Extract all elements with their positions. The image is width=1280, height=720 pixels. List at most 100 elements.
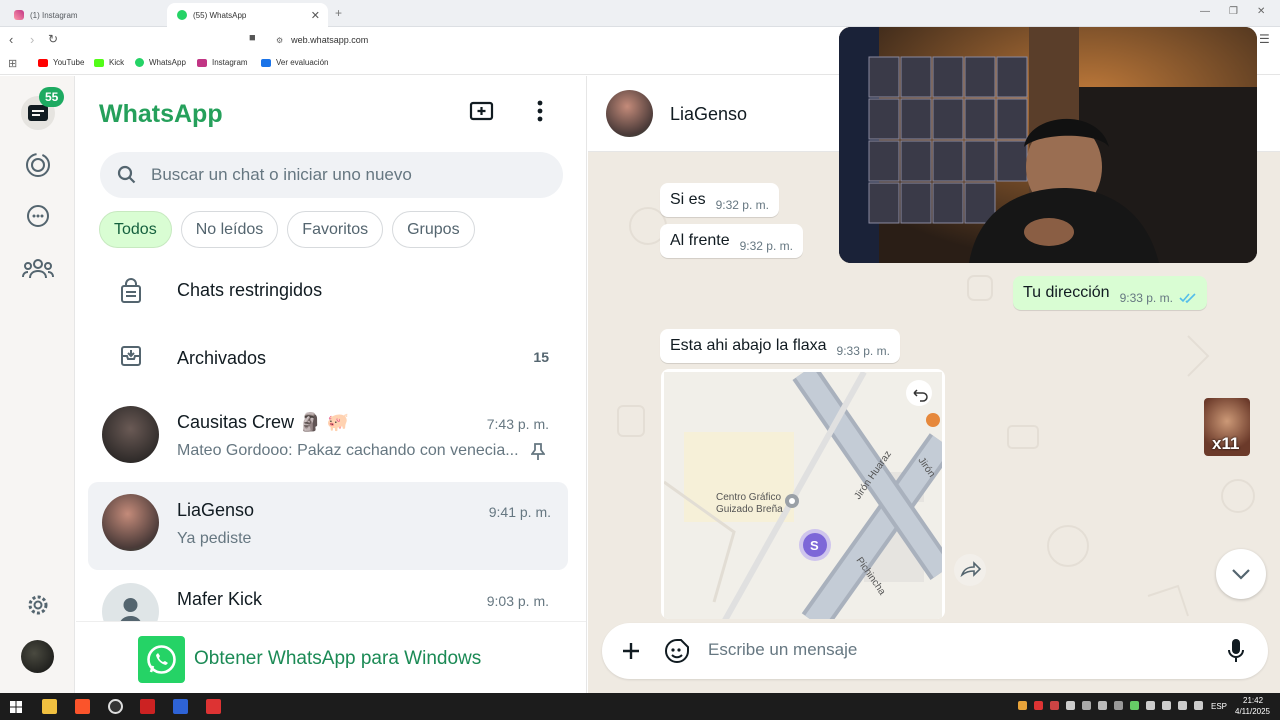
chat-time: 7:43 p. m. bbox=[486, 416, 549, 432]
menu-button[interactable] bbox=[537, 100, 543, 122]
windows-taskbar: ESP 21:42 4/11/2025 bbox=[0, 693, 1280, 720]
app-icon[interactable] bbox=[173, 699, 188, 714]
bookmark-icon[interactable]: ■ bbox=[249, 32, 256, 44]
chat-preview: Ya pediste bbox=[177, 530, 252, 547]
tab-instagram[interactable]: (1) Instagram bbox=[4, 3, 164, 27]
message-time: 9:32 p. m. bbox=[739, 239, 793, 253]
kick-icon bbox=[94, 58, 104, 67]
file-explorer-icon[interactable] bbox=[42, 699, 57, 714]
scroll-down-button[interactable] bbox=[1216, 549, 1266, 599]
message-in[interactable]: Esta ahi abajo la flaxa 9:33 p. m. bbox=[660, 329, 900, 363]
message-time: 9:33 p. m. bbox=[1119, 291, 1173, 305]
communities-nav-button[interactable] bbox=[21, 251, 55, 285]
forward-button[interactable] bbox=[954, 554, 986, 586]
app-icon[interactable] bbox=[206, 699, 221, 714]
status-icon bbox=[26, 153, 50, 177]
restore-icon[interactable]: ❐ bbox=[1229, 6, 1238, 17]
instagram-icon bbox=[197, 58, 207, 67]
whatsapp-logo-icon bbox=[138, 636, 185, 683]
settings-nav-button[interactable] bbox=[21, 588, 55, 622]
floating-sticker: x11 bbox=[1204, 398, 1250, 456]
sticker-emoji-icon[interactable] bbox=[664, 638, 690, 664]
volume-icon[interactable] bbox=[1178, 701, 1187, 710]
status-nav-button[interactable] bbox=[21, 148, 55, 182]
bookmark-evaluacion[interactable]: Ver evaluación bbox=[261, 58, 328, 67]
tray-icon[interactable] bbox=[1050, 701, 1059, 710]
chat-time: 9:03 p. m. bbox=[486, 593, 549, 609]
get-app-label: Obtener WhatsApp para Windows bbox=[194, 648, 482, 669]
forward-icon[interactable]: › bbox=[30, 32, 34, 47]
microphone-icon[interactable] bbox=[1227, 638, 1245, 664]
url-field[interactable]: ⚙ web.whatsapp.com bbox=[266, 30, 846, 50]
search-icon bbox=[117, 165, 136, 184]
chat-row[interactable]: Causitas Crew 🗿 🐖 7:43 p. m. Mateo Gordo… bbox=[76, 394, 570, 482]
network-icon[interactable] bbox=[1162, 701, 1171, 710]
communities-icon bbox=[22, 259, 54, 279]
tray-icon[interactable] bbox=[1130, 701, 1139, 710]
language-indicator[interactable]: ESP bbox=[1211, 702, 1227, 711]
url-text: web.whatsapp.com bbox=[291, 35, 369, 45]
new-tab-icon[interactable]: + bbox=[335, 6, 342, 20]
tab-whatsapp[interactable]: (55) WhatsApp ✕ bbox=[167, 3, 328, 27]
message-composer[interactable]: Escribe un mensaje bbox=[602, 623, 1268, 679]
evaluation-icon bbox=[261, 58, 271, 67]
chat-time: 9:41 p. m. bbox=[488, 504, 551, 520]
search-placeholder: Buscar un chat o iniciar uno nuevo bbox=[151, 165, 412, 184]
filter-todos[interactable]: Todos bbox=[99, 211, 172, 248]
filter-grupos[interactable]: Grupos bbox=[392, 211, 475, 248]
contact-avatar[interactable] bbox=[606, 90, 653, 137]
bookmark-whatsapp[interactable]: WhatsApp bbox=[135, 58, 186, 67]
bookmark-instagram[interactable]: Instagram bbox=[197, 58, 248, 67]
app-icon[interactable] bbox=[140, 699, 155, 714]
filter-chips: Todos No leídos Favoritos Grupos bbox=[99, 211, 475, 248]
bookmark-kick[interactable]: Kick bbox=[94, 58, 124, 67]
tray-icon[interactable] bbox=[1146, 701, 1155, 710]
tray-icon[interactable] bbox=[1018, 701, 1027, 710]
chat-avatar bbox=[102, 406, 159, 463]
archived-row[interactable]: Archivados 15 bbox=[76, 324, 570, 392]
map-place-label: Centro Gráfico bbox=[716, 492, 781, 503]
minimize-icon[interactable]: — bbox=[1200, 6, 1210, 17]
restricted-chats-row[interactable]: Chats restringidos bbox=[76, 256, 570, 324]
tray-icon[interactable] bbox=[1034, 701, 1043, 710]
clock-time[interactable]: 21:42 bbox=[1243, 696, 1263, 705]
close-tab-icon[interactable]: ✕ bbox=[311, 9, 320, 22]
filter-no-leidos[interactable]: No leídos bbox=[180, 211, 279, 248]
tray-icon[interactable] bbox=[1066, 701, 1075, 710]
windows-start-icon[interactable] bbox=[10, 701, 22, 713]
location-message[interactable]: Centro Gráfico Guizado Breña Jirón Huara… bbox=[661, 369, 945, 619]
tray-icon[interactable] bbox=[1098, 701, 1107, 710]
gear-icon bbox=[28, 595, 48, 615]
clock-date[interactable]: 4/11/2025 bbox=[1235, 707, 1270, 716]
apps-grid-icon[interactable]: ⊞ bbox=[8, 57, 17, 70]
close-window-icon[interactable]: ✕ bbox=[1257, 6, 1265, 17]
tray-icon[interactable] bbox=[1114, 701, 1123, 710]
search-input[interactable]: Buscar un chat o iniciar uno nuevo bbox=[100, 152, 563, 198]
reload-icon[interactable]: ↻ bbox=[48, 32, 58, 46]
whatsapp-icon bbox=[177, 10, 187, 20]
brave-browser-icon[interactable] bbox=[75, 699, 90, 714]
back-icon[interactable]: ‹ bbox=[9, 32, 13, 47]
filter-favoritos[interactable]: Favoritos bbox=[287, 211, 384, 248]
channels-nav-button[interactable] bbox=[21, 200, 55, 234]
chat-list-panel: WhatsApp Buscar un chat o iniciar uno nu… bbox=[76, 76, 587, 693]
battery-icon[interactable] bbox=[1194, 701, 1203, 710]
message-in[interactable]: Al frente 9:32 p. m. bbox=[660, 224, 803, 258]
obs-icon[interactable] bbox=[108, 699, 123, 714]
chat-row-selected[interactable]: LiaGenso 9:41 p. m. Ya pediste bbox=[88, 482, 568, 570]
attach-plus-icon[interactable] bbox=[621, 641, 641, 661]
contact-name: LiaGenso bbox=[670, 104, 748, 124]
app-title: WhatsApp bbox=[99, 100, 223, 128]
bookmark-youtube[interactable]: YouTube bbox=[38, 58, 84, 67]
site-info-icon[interactable]: ⚙ bbox=[276, 36, 283, 45]
message-out[interactable]: Tu dirección 9:33 p. m. bbox=[1013, 276, 1207, 310]
get-windows-app-banner[interactable]: Obtener WhatsApp para Windows bbox=[76, 621, 586, 693]
browser-menu-icon[interactable]: ☰ bbox=[1259, 32, 1270, 46]
message-in[interactable]: Si es 9:32 p. m. bbox=[660, 183, 779, 217]
tab-label: (1) Instagram bbox=[30, 10, 78, 20]
message-text: Al frente bbox=[670, 232, 730, 249]
sticker-text: x11 bbox=[1212, 434, 1240, 453]
tray-icon[interactable] bbox=[1082, 701, 1091, 710]
new-chat-button[interactable] bbox=[469, 100, 495, 124]
profile-avatar[interactable] bbox=[21, 640, 54, 673]
